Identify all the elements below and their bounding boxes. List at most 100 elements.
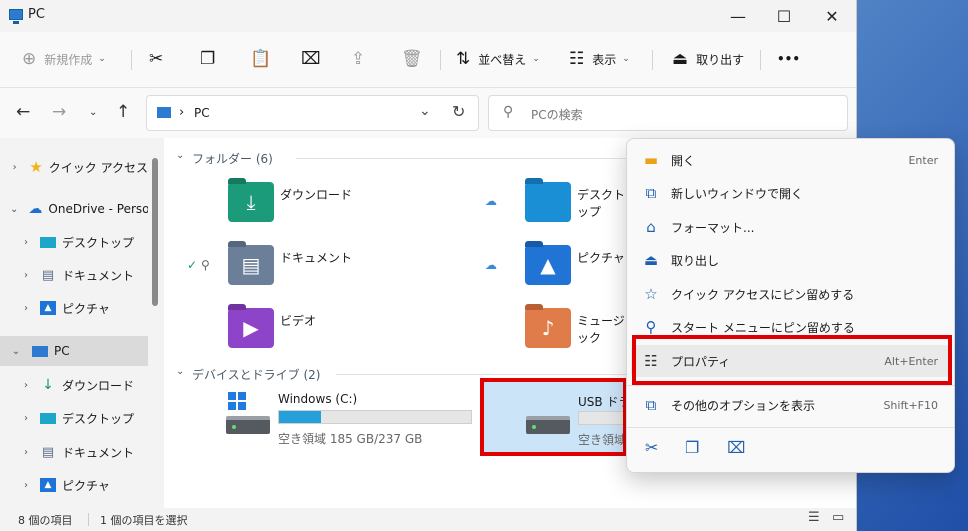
minimize-button[interactable]: —: [715, 0, 761, 32]
share-button[interactable]: ⇪: [351, 44, 373, 74]
back-arrow-icon[interactable]: ←: [16, 102, 30, 122]
toolbar-divider: [760, 50, 761, 70]
drive-usb-selected[interactable]: USB ドライブ 空き領域: [480, 378, 627, 456]
eject-button[interactable]: ⏏ 取り出す: [672, 44, 744, 74]
folder-label: ドキュメント: [280, 251, 353, 265]
sort-label: 並べ替え: [478, 52, 527, 67]
chevron-down-icon[interactable]: ⌄: [176, 150, 184, 161]
sidebar-item-quick-access[interactable]: › ★ クイック アクセス: [0, 152, 148, 182]
menu-item-label: 開く: [671, 153, 696, 168]
scissors-icon: ✂: [149, 49, 164, 69]
menu-item-more-options[interactable]: ⧉ その他のオプションを表示 Shift+F10: [631, 389, 950, 421]
chevron-right-icon[interactable]: ›: [20, 447, 32, 458]
person-icon: ⚲: [201, 258, 210, 272]
chevron-right-icon[interactable]: ›: [20, 480, 32, 491]
new-button[interactable]: ⊕ 新規作成 ⌄: [22, 44, 106, 74]
sidebar-item-label: ドキュメント: [62, 268, 135, 283]
tiles-view-icon[interactable]: ▭: [832, 510, 844, 525]
sidebar-item-documents[interactable]: › ▤ ドキュメント: [0, 260, 148, 290]
rename-button[interactable]: ⌧: [301, 44, 329, 74]
sidebar-item-pc[interactable]: ⌄ PC: [0, 336, 148, 366]
folder-videos[interactable]: ▶ ビデオ: [228, 304, 478, 358]
close-button[interactable]: ✕: [809, 0, 855, 32]
folder-desktop[interactable]: デスクトップ: [525, 178, 635, 232]
sidebar-scrollbar[interactable]: [152, 158, 158, 306]
menu-item-pin-quick-access[interactable]: ☆ クイック アクセスにピン留めする: [631, 278, 950, 310]
maximize-button[interactable]: ☐: [761, 0, 807, 32]
sidebar-item-label: デスクトップ: [62, 411, 135, 426]
folder-pictures[interactable]: ▲ ピクチャ: [525, 241, 635, 295]
documents-folder-icon: ▤: [228, 241, 274, 285]
delete-button[interactable]: 🗑: [401, 44, 431, 74]
folder-downloads[interactable]: ⤓ ダウンロード: [228, 178, 478, 232]
sidebar-item-desktop[interactable]: › デスクトップ: [0, 403, 148, 433]
chevron-right-icon[interactable]: ›: [20, 270, 32, 281]
format-icon: ⌂: [646, 218, 656, 236]
paste-button[interactable]: 📋: [250, 44, 279, 74]
eject-icon: ⏏: [672, 49, 689, 69]
address-bar[interactable]: › PC ⌄ ↻: [146, 95, 479, 131]
folder-documents[interactable]: ▤ ドキュメント: [228, 241, 478, 295]
chevron-right-icon[interactable]: ›: [20, 413, 32, 424]
chevron-right-icon[interactable]: ›: [20, 380, 32, 391]
menu-item-label: 新しいウィンドウで開く: [671, 186, 804, 201]
chevron-right-icon[interactable]: ›: [20, 303, 32, 314]
pc-icon: [32, 345, 48, 357]
chevron-right-icon[interactable]: ›: [10, 162, 19, 173]
title-bar: PC — ☐ ✕: [0, 0, 856, 32]
desktop-folder-icon: [525, 178, 571, 222]
details-view-icon[interactable]: ☰: [808, 510, 820, 525]
drive-name: Windows (C:): [278, 392, 358, 406]
folders-group-header[interactable]: フォルダー (6): [192, 150, 273, 167]
sort-button[interactable]: ⇅ 並べ替え ⌄: [456, 44, 540, 74]
refresh-icon[interactable]: ↻: [452, 102, 465, 121]
sidebar-item-onedrive[interactable]: ⌄ ☁ OneDrive - Perso: [0, 194, 148, 224]
cut-button[interactable]: ✂: [149, 44, 171, 74]
copy-icon[interactable]: ❐: [685, 438, 699, 457]
drive-usage-bar: [578, 411, 623, 425]
more-options-button[interactable]: •••: [777, 44, 800, 74]
window-title: PC: [28, 7, 45, 22]
menu-item-eject[interactable]: ⏏ 取り出し: [631, 244, 950, 276]
chevron-down-icon[interactable]: ⌄: [10, 204, 18, 215]
usb-drive-icon: [526, 416, 570, 434]
rename-icon[interactable]: ⌧: [727, 438, 745, 457]
drive-usage-bar: [278, 410, 472, 424]
chevron-down-icon: ⌄: [622, 54, 630, 64]
search-input[interactable]: ⚲ PCの検索: [488, 95, 848, 131]
menu-item-label: その他のオプションを表示: [671, 398, 816, 413]
sidebar-item-pictures[interactable]: › ▲ ピクチャ: [0, 293, 148, 323]
desktop-icon: [40, 412, 56, 424]
chevron-down-icon: ⌄: [532, 54, 540, 64]
menu-divider: [627, 385, 954, 386]
sidebar-item-label: ドキュメント: [62, 445, 135, 460]
up-arrow-icon[interactable]: ↑: [116, 102, 130, 122]
sidebar-item-downloads[interactable]: › ↓ ダウンロード: [0, 370, 148, 400]
sidebar-item-label: OneDrive - Perso: [48, 202, 148, 216]
command-bar: ⊕ 新規作成 ⌄ ✂ ❐ 📋 ⌧ ⇪ 🗑 ⇅ 並べ替え ⌄ ☷ 表示 ⌄ ⏏ 取…: [0, 32, 856, 88]
breadcrumb-pc[interactable]: PC: [194, 106, 210, 120]
copy-button[interactable]: ❐: [200, 44, 223, 74]
chevron-down-icon[interactable]: ⌄: [419, 103, 431, 119]
drive-c[interactable]: Windows (C:) 空き領域 185 GB/237 GB: [226, 392, 486, 472]
chevron-down-icon[interactable]: ⌄: [176, 366, 184, 377]
sidebar-item-documents[interactable]: › ▤ ドキュメント: [0, 437, 148, 467]
sidebar-item-desktop[interactable]: › デスクトップ: [0, 227, 148, 257]
forward-arrow-icon[interactable]: →: [52, 102, 66, 122]
folder-label: ビデオ: [280, 314, 317, 328]
chevron-down-icon[interactable]: ⌄: [10, 346, 22, 357]
drives-group-header[interactable]: デバイスとドライブ (2): [192, 366, 320, 383]
menu-item-open-new-window[interactable]: ⧉ 新しいウィンドウで開く: [631, 177, 950, 209]
sidebar-item-label: クイック アクセス: [48, 160, 148, 175]
recent-chevron-icon[interactable]: ⌄: [89, 107, 97, 118]
chevron-right-icon[interactable]: ›: [20, 237, 32, 248]
scissors-icon[interactable]: ✂: [645, 438, 658, 457]
sidebar-item-pictures[interactable]: › ▲ ピクチャ: [0, 470, 148, 500]
star-icon: ★: [29, 158, 43, 176]
menu-item-label: 取り出し: [671, 253, 720, 268]
menu-item-format[interactable]: ⌂ フォーマット...: [631, 211, 950, 243]
folder-music[interactable]: ♪ ミュージック: [525, 304, 635, 358]
chevron-right-icon[interactable]: ›: [179, 105, 184, 120]
menu-item-open[interactable]: ▬ 開く Enter: [631, 144, 950, 176]
view-button[interactable]: ☷ 表示 ⌄: [569, 44, 630, 74]
